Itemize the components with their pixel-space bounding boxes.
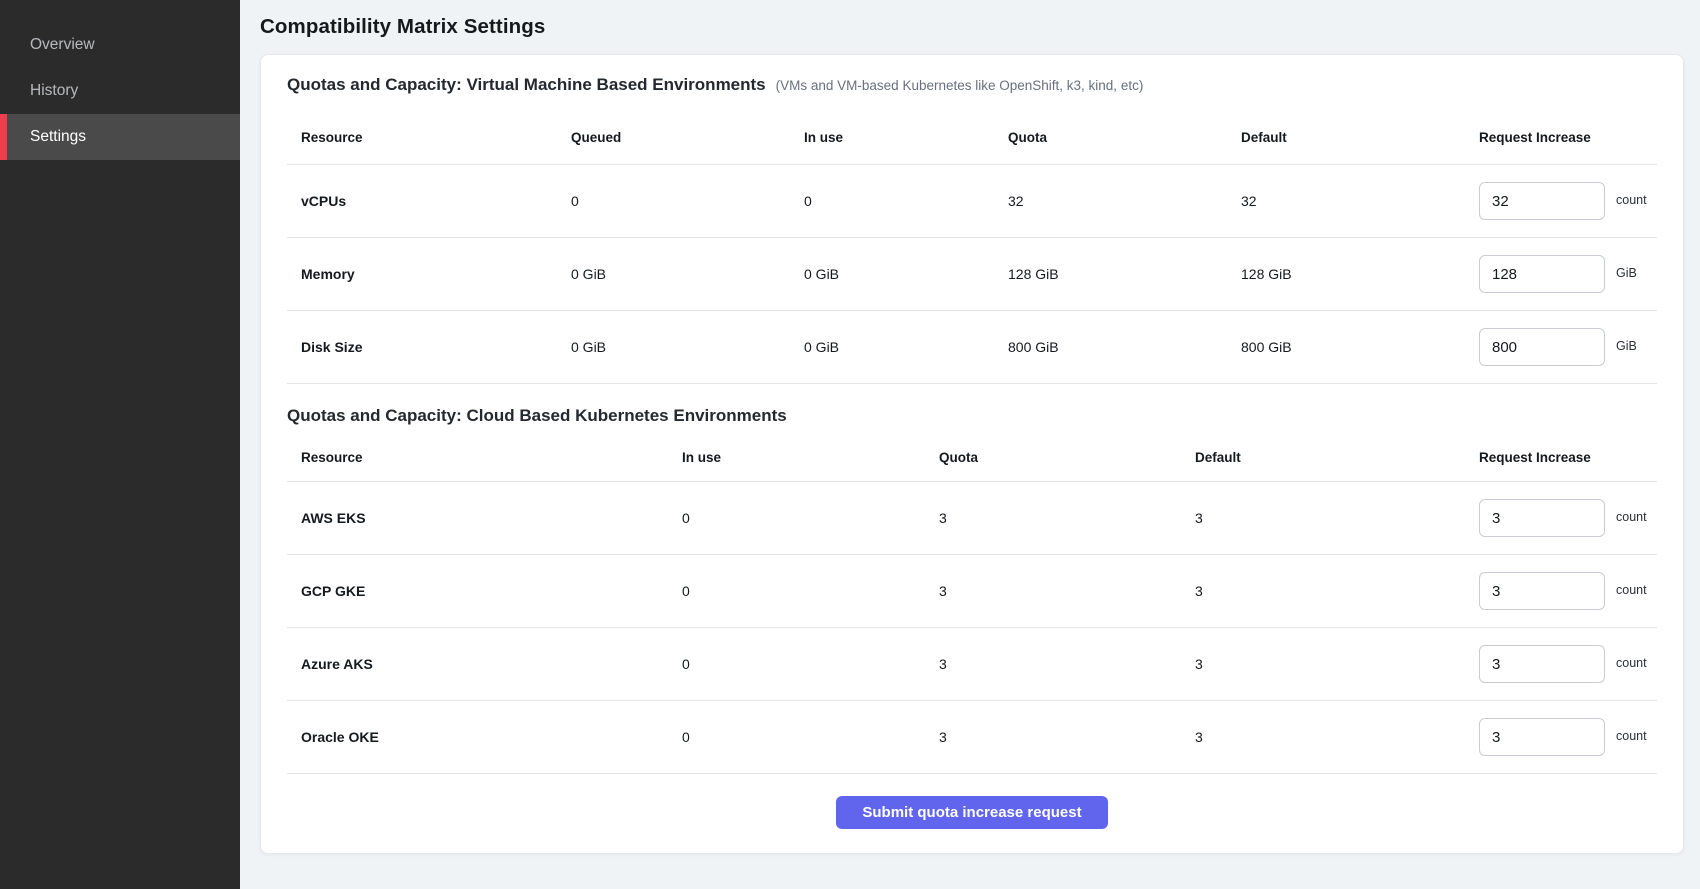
- resource-name: Oracle OKE: [287, 729, 682, 745]
- default-value: 800 GiB: [1241, 339, 1465, 355]
- column-header-quota: Quota: [939, 450, 1195, 465]
- column-header-default: Default: [1241, 130, 1465, 145]
- memory-request-input[interactable]: [1479, 255, 1605, 293]
- cloud-section-header: Quotas and Capacity: Cloud Based Kuberne…: [287, 406, 1657, 426]
- column-header-request-increase: Request Increase: [1465, 130, 1657, 145]
- table-row-vcpus: vCPUs 0 0 32 32 count: [287, 165, 1657, 238]
- settings-card: Quotas and Capacity: Virtual Machine Bas…: [260, 54, 1684, 854]
- quota-value: 3: [939, 656, 1195, 672]
- submit-quota-increase-button[interactable]: Submit quota increase request: [836, 796, 1107, 829]
- page-title: Compatibility Matrix Settings: [260, 15, 1684, 39]
- quota-value: 3: [939, 729, 1195, 745]
- table-row-oracle-oke: Oracle OKE 0 3 3 count: [287, 701, 1657, 774]
- in-use-value: 0: [682, 656, 939, 672]
- table-row-azure-aks: Azure AKS 0 3 3 count: [287, 628, 1657, 701]
- vm-section-title: Quotas and Capacity: Virtual Machine Bas…: [287, 75, 766, 95]
- column-header-request-increase: Request Increase: [1465, 450, 1657, 465]
- cloud-table-header-row: Resource In use Quota Default Request In…: [287, 434, 1657, 482]
- table-row-memory: Memory 0 GiB 0 GiB 128 GiB 128 GiB GiB: [287, 238, 1657, 311]
- submit-row: Submit quota increase request: [287, 774, 1657, 829]
- gcp-gke-request-input[interactable]: [1479, 572, 1605, 610]
- queued-value: 0 GiB: [571, 339, 804, 355]
- quota-value: 800 GiB: [1008, 339, 1241, 355]
- oracle-oke-request-input[interactable]: [1479, 718, 1605, 756]
- in-use-value: 0: [682, 510, 939, 526]
- queued-value: 0 GiB: [571, 266, 804, 282]
- unit-label: count: [1616, 193, 1647, 207]
- in-use-value: 0 GiB: [804, 266, 1008, 282]
- aws-eks-request-input[interactable]: [1479, 499, 1605, 537]
- resource-name: Memory: [287, 266, 571, 282]
- vm-quota-table: Resource Queued In use Quota Default Req…: [287, 111, 1657, 384]
- main-content: Compatibility Matrix Settings Quotas and…: [240, 0, 1700, 889]
- unit-label: GiB: [1616, 339, 1637, 353]
- default-value: 3: [1195, 656, 1465, 672]
- default-value: 3: [1195, 729, 1465, 745]
- unit-label: count: [1616, 583, 1647, 597]
- column-header-in-use: In use: [804, 130, 1008, 145]
- default-value: 3: [1195, 583, 1465, 599]
- in-use-value: 0: [682, 729, 939, 745]
- column-header-default: Default: [1195, 450, 1465, 465]
- quota-value: 128 GiB: [1008, 266, 1241, 282]
- quota-value: 32: [1008, 193, 1241, 209]
- azure-aks-request-input[interactable]: [1479, 645, 1605, 683]
- unit-label: count: [1616, 510, 1647, 524]
- in-use-value: 0 GiB: [804, 339, 1008, 355]
- cloud-quota-table: Resource In use Quota Default Request In…: [287, 434, 1657, 774]
- resource-name: vCPUs: [287, 193, 571, 209]
- default-value: 128 GiB: [1241, 266, 1465, 282]
- sidebar-nav: Overview History Settings: [0, 22, 240, 160]
- unit-label: GiB: [1616, 266, 1637, 280]
- column-header-resource: Resource: [287, 130, 571, 145]
- queued-value: 0: [571, 193, 804, 209]
- vcpus-request-input[interactable]: [1479, 182, 1605, 220]
- table-row-disk-size: Disk Size 0 GiB 0 GiB 800 GiB 800 GiB Gi…: [287, 311, 1657, 384]
- unit-label: count: [1616, 729, 1647, 743]
- column-header-in-use: In use: [682, 450, 939, 465]
- in-use-value: 0: [804, 193, 1008, 209]
- disk-size-request-input[interactable]: [1479, 328, 1605, 366]
- unit-label: count: [1616, 656, 1647, 670]
- vm-section-header: Quotas and Capacity: Virtual Machine Bas…: [287, 75, 1657, 95]
- column-header-resource: Resource: [287, 450, 682, 465]
- resource-name: Disk Size: [287, 339, 571, 355]
- quota-value: 3: [939, 510, 1195, 526]
- resource-name: AWS EKS: [287, 510, 682, 526]
- in-use-value: 0: [682, 583, 939, 599]
- default-value: 32: [1241, 193, 1465, 209]
- column-header-queued: Queued: [571, 130, 804, 145]
- resource-name: Azure AKS: [287, 656, 682, 672]
- cloud-section-title: Quotas and Capacity: Cloud Based Kuberne…: [287, 406, 787, 426]
- vm-table-header-row: Resource Queued In use Quota Default Req…: [287, 111, 1657, 165]
- sidebar-item-settings[interactable]: Settings: [0, 114, 240, 160]
- column-header-quota: Quota: [1008, 130, 1241, 145]
- sidebar-item-overview[interactable]: Overview: [0, 22, 240, 68]
- sidebar-item-history[interactable]: History: [0, 68, 240, 114]
- table-row-aws-eks: AWS EKS 0 3 3 count: [287, 482, 1657, 555]
- vm-section-subtitle: (VMs and VM-based Kubernetes like OpenSh…: [776, 78, 1144, 93]
- quota-value: 3: [939, 583, 1195, 599]
- sidebar: Overview History Settings: [0, 0, 240, 889]
- table-row-gcp-gke: GCP GKE 0 3 3 count: [287, 555, 1657, 628]
- resource-name: GCP GKE: [287, 583, 682, 599]
- default-value: 3: [1195, 510, 1465, 526]
